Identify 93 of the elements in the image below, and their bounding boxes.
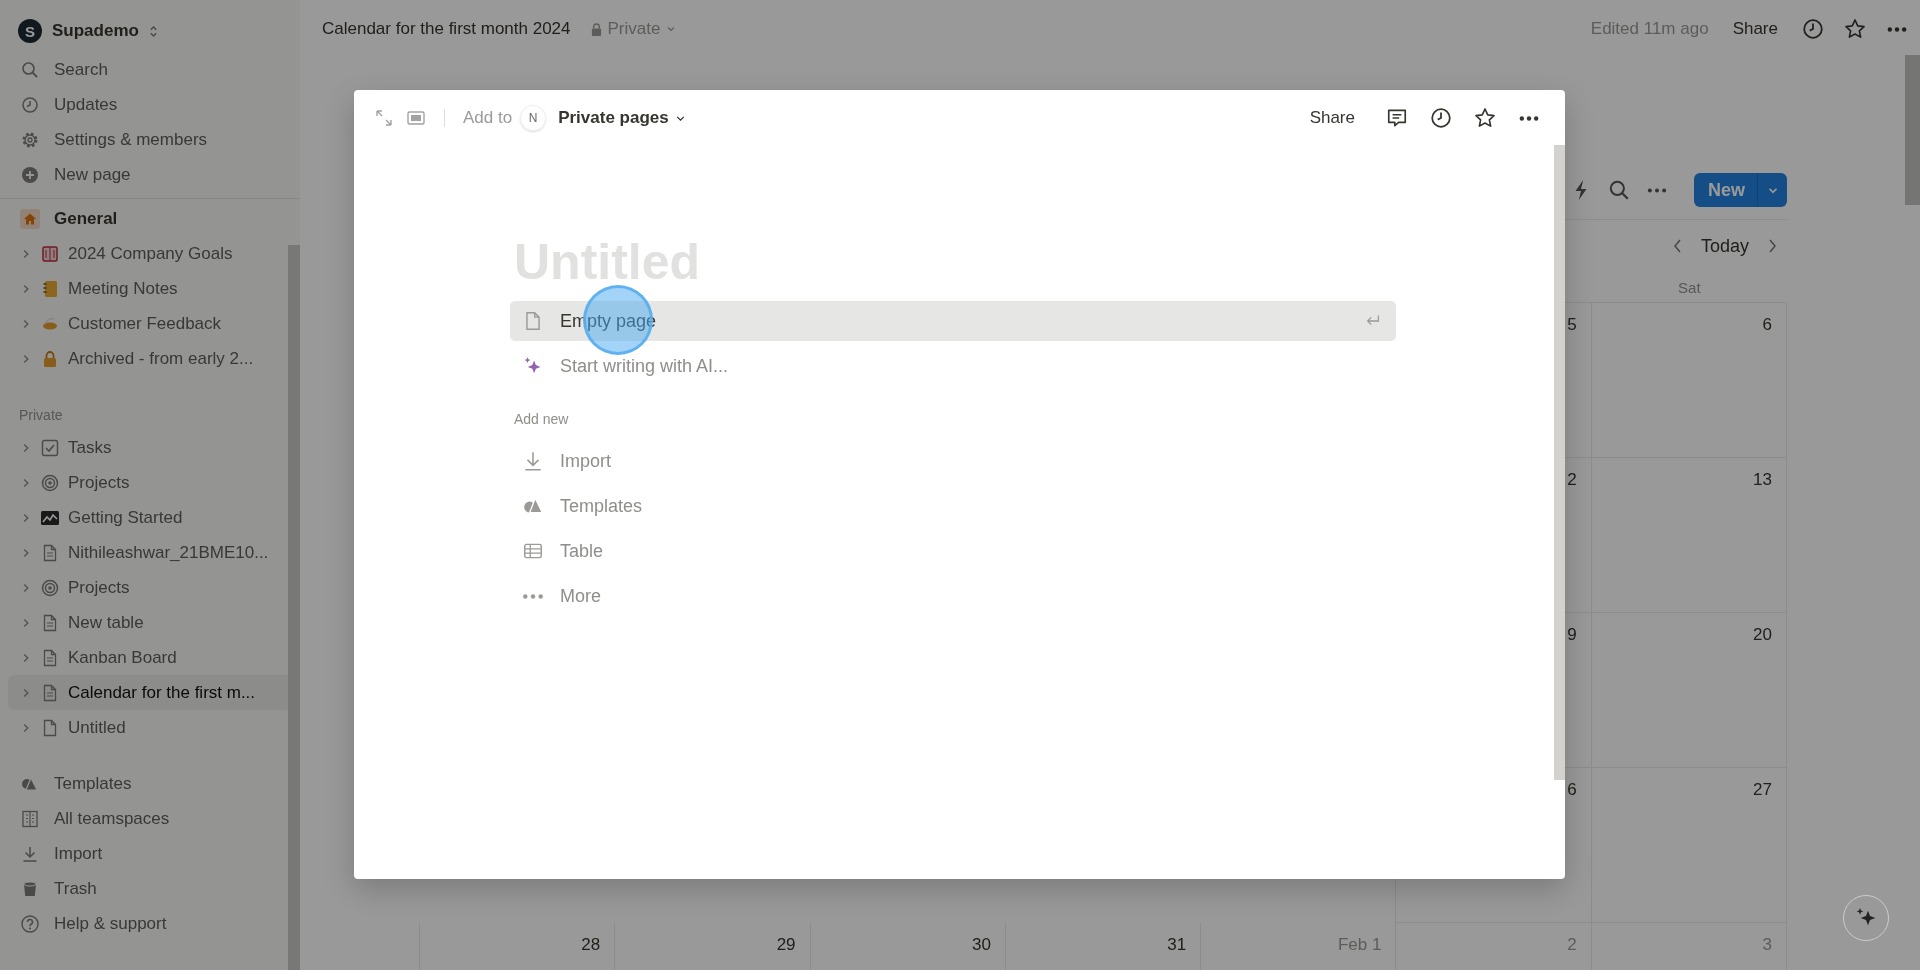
day-number: 9	[1567, 625, 1577, 645]
workspace-name[interactable]: Supademo	[52, 21, 139, 41]
target-icon	[40, 472, 60, 493]
day-number: 31	[1167, 935, 1187, 955]
chevron-icon[interactable]	[674, 114, 686, 122]
next-icon[interactable]	[1767, 238, 1777, 254]
scrollbar[interactable]	[1905, 55, 1920, 205]
sidebar-page[interactable]: Nithileashwar_21BME10...	[8, 535, 292, 570]
sidebar-item[interactable]: Import	[8, 836, 292, 871]
calendar-cell[interactable]: 20	[1590, 613, 1787, 768]
download-icon	[522, 450, 544, 472]
day-number: 30	[971, 935, 991, 955]
ai-button[interactable]	[1843, 895, 1889, 941]
day-number: 28	[581, 935, 601, 955]
panel-icon[interactable]	[406, 108, 426, 128]
menu-option[interactable]: More	[510, 576, 1396, 616]
search-icon	[20, 59, 40, 80]
section-heading: Add new	[513, 410, 570, 429]
lock-icon	[590, 22, 602, 36]
sidebar-item[interactable]: Trash	[8, 871, 292, 906]
day-number: Feb 1	[1337, 935, 1382, 955]
expand-icon[interactable]	[374, 108, 394, 128]
sidebar-page[interactable]: Archived - from early 2...	[8, 341, 292, 376]
day-number: 2	[1567, 935, 1577, 955]
day-number: 3	[1762, 935, 1772, 955]
building-icon	[20, 808, 40, 829]
share-button[interactable]: Share	[1305, 108, 1359, 128]
page-title[interactable]: Calendar for the first month 2024	[322, 19, 571, 39]
sidebar-item[interactable]: All teamspaces	[8, 801, 292, 836]
target-icon	[40, 577, 60, 598]
dropdown-button[interactable]	[1757, 173, 1787, 207]
sidebar-page[interactable]: Getting Started	[8, 500, 292, 535]
chevron-icon	[1766, 186, 1779, 194]
sidebar-item[interactable]: Search	[8, 52, 292, 87]
more-icon	[522, 592, 544, 600]
switcher-icon[interactable]	[148, 24, 158, 38]
today-button[interactable]: Today	[1694, 234, 1755, 258]
clock-icon	[20, 94, 40, 115]
menu-option[interactable]: Table	[510, 531, 1396, 571]
sidebar-page[interactable]: Customer Feedback	[8, 306, 292, 341]
menu-option[interactable]: Import	[510, 441, 1396, 481]
sidebar-page[interactable]: Meeting Notes	[8, 271, 292, 306]
location-menu[interactable]: Private pages	[558, 108, 669, 128]
sidebar-page[interactable]: Tasks	[8, 430, 292, 465]
privacy-menu[interactable]: Private	[607, 19, 661, 39]
previous-icon[interactable]	[1672, 238, 1683, 254]
day-number: 29	[776, 935, 796, 955]
day-number: 6	[1567, 780, 1577, 800]
share-button[interactable]: Share	[1728, 19, 1782, 39]
edited-time: Edited 11m ago	[1590, 19, 1709, 39]
star-icon[interactable]	[1474, 107, 1496, 129]
book-icon	[40, 243, 60, 264]
day-number: 2	[1567, 470, 1577, 490]
scrollbar[interactable]	[288, 245, 300, 970]
clock-icon[interactable]	[1802, 18, 1824, 40]
calendar-cell[interactable]: 13	[1590, 458, 1787, 613]
sidebar-page[interactable]: Kanban Board	[8, 640, 292, 675]
more-icon[interactable]	[1518, 114, 1540, 122]
day-number: 27	[1753, 780, 1772, 800]
weekday-label: Sat	[1677, 278, 1702, 296]
day-number: 20	[1753, 625, 1772, 645]
day-number: 13	[1753, 470, 1772, 490]
sidebar-item[interactable]: Templates	[8, 766, 292, 801]
sidebar-item[interactable]: Help & support	[8, 906, 292, 941]
section-heading: Private	[18, 406, 64, 425]
sidebar-item[interactable]: General	[8, 201, 292, 236]
plus-circle-icon	[20, 164, 40, 185]
sidebar-item[interactable]: Updates	[8, 87, 292, 122]
sidebar-item[interactable]: Settings & members	[8, 122, 292, 157]
scrollbar[interactable]	[1554, 145, 1565, 780]
checkbox-icon	[40, 437, 60, 458]
calendar-cell[interactable]: 6	[1590, 303, 1787, 458]
day-number: 6	[1762, 315, 1772, 335]
sidebar-page[interactable]: Projects	[8, 570, 292, 605]
sidebar-page[interactable]: Projects	[8, 465, 292, 500]
search-icon[interactable]	[1608, 179, 1630, 201]
sidebar-item[interactable]: New page	[8, 157, 292, 192]
help-icon	[20, 913, 40, 934]
star-icon[interactable]	[1844, 18, 1866, 40]
menu-option[interactable]: Start writing with AI...	[510, 346, 1396, 386]
clock-icon[interactable]	[1430, 107, 1452, 129]
menu-option[interactable]: Templates	[510, 486, 1396, 526]
house-icon	[20, 208, 40, 229]
day-number: 5	[1567, 315, 1577, 335]
more-icon[interactable]	[1886, 25, 1908, 33]
workspace-logo[interactable]: S	[18, 19, 42, 43]
add-to-label: Add to	[463, 108, 513, 128]
new-button[interactable]: New	[1694, 173, 1757, 207]
calendar-cell[interactable]: 27	[1590, 768, 1787, 923]
comment-icon[interactable]	[1386, 107, 1408, 129]
sidebar-page[interactable]: New table	[8, 605, 292, 640]
sidebar-page[interactable]: 2024 Company Goals	[8, 236, 292, 271]
sidebar-page[interactable]: Untitled	[8, 710, 292, 745]
